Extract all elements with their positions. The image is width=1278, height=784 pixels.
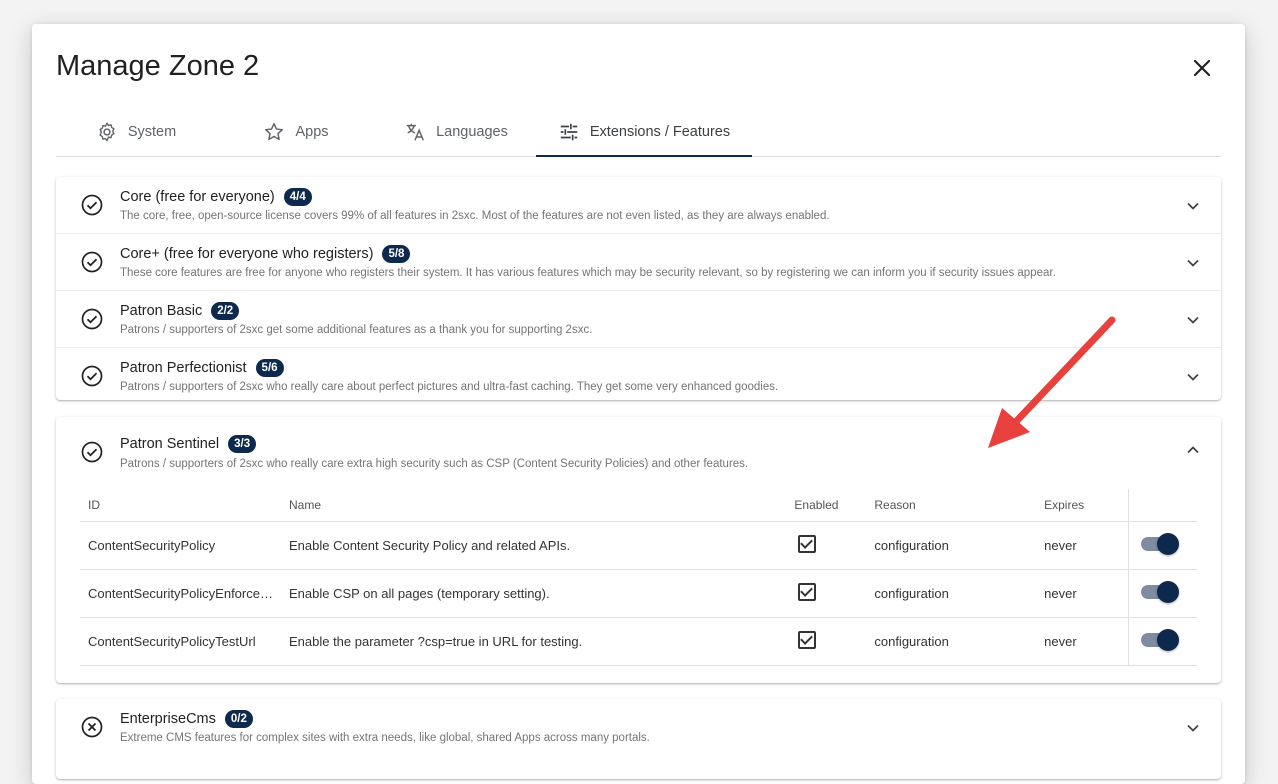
tab-system[interactable]: System	[56, 108, 216, 156]
feature-group-patron-sentinel[interactable]: Patron Sentinel 3/3 Patrons / supporters …	[56, 417, 1221, 487]
check-circle-icon	[81, 251, 103, 273]
close-button[interactable]	[1182, 50, 1222, 86]
feature-group-patron-basic[interactable]: Patron Basic 2/2 Patrons / supporters of …	[56, 291, 1221, 348]
feature-toggle[interactable]	[1140, 629, 1179, 651]
column-header-name[interactable]: Name	[280, 489, 787, 522]
gear-icon	[99, 122, 115, 142]
feature-group-patron-perfectionist[interactable]: Patron Perfectionist 5/6 Patrons / suppor…	[56, 348, 1221, 404]
tab-languages[interactable]: Languages	[376, 108, 536, 156]
enabled-checkbox-icon	[798, 631, 817, 649]
manage-zone-dialog: Manage Zone 2 System Apps Languages Exte…	[32, 24, 1245, 784]
count-badge: 4/4	[283, 188, 312, 206]
chevron-down-icon	[1187, 724, 1199, 732]
enabled-cell	[786, 617, 867, 666]
group-description: Patrons / supporters of 2sxc get some ad…	[120, 324, 593, 336]
tune-icon	[560, 123, 578, 140]
group-title: Core (free for everyone)	[120, 189, 275, 205]
tab-extensions-label: Extensions / Features	[589, 123, 731, 140]
count-badge: 2/2	[211, 302, 240, 320]
column-header-enabled[interactable]: Enabled	[786, 489, 867, 522]
feature-group-enterprisecms[interactable]: EnterpriseCms 0/2 Extreme CMS features fo…	[56, 699, 1221, 755]
feature-groups-panel: Core (free for everyone) 4/4 The core, fr…	[56, 177, 1221, 400]
column-header-toggle	[1127, 489, 1197, 522]
group-title: Patron Perfectionist	[120, 360, 247, 376]
chevron-down-icon	[1187, 202, 1199, 210]
chevron-down-icon	[1187, 316, 1199, 324]
feature-group-core-plus[interactable]: Core+ (free for everyone who registers) 5…	[56, 234, 1221, 291]
close-icon	[1193, 59, 1211, 77]
enabled-checkbox-icon	[798, 583, 817, 601]
feature-id: ContentSecurityPolicyEnforce…	[80, 569, 281, 618]
feature-group-core[interactable]: Core (free for everyone) 4/4 The core, fr…	[56, 177, 1221, 234]
feature-toggle[interactable]	[1140, 581, 1179, 603]
table-header-row: ID Name Enabled Reason Expires	[80, 489, 1197, 522]
enabled-checkbox-icon	[798, 535, 817, 553]
tab-system-label: System	[127, 124, 177, 140]
group-title: Patron Sentinel	[120, 436, 220, 452]
tab-bar: System Apps Languages Extensions / Featu…	[56, 108, 1221, 157]
count-badge: 5/8	[382, 245, 411, 263]
group-description: Extreme CMS features for complex sites w…	[120, 732, 650, 744]
check-circle-icon	[81, 308, 103, 330]
feature-expires: never	[1036, 569, 1129, 618]
x-circle-icon	[81, 716, 103, 738]
translate-icon	[406, 123, 425, 141]
feature-toggle[interactable]	[1140, 533, 1179, 555]
feature-expires: never	[1036, 617, 1129, 666]
group-title: EnterpriseCms	[120, 711, 216, 727]
chevron-up-icon	[1187, 446, 1199, 454]
enabled-cell	[786, 569, 867, 618]
chevron-down-icon	[1187, 259, 1199, 267]
toggle-cell	[1127, 569, 1197, 618]
feature-id: ContentSecurityPolicyTestUrl	[80, 617, 281, 666]
feature-name: Enable the parameter ?csp=true in URL fo…	[280, 617, 787, 666]
tab-languages-label: Languages	[436, 124, 508, 140]
check-circle-icon	[81, 194, 103, 216]
group-description: The core, free, open-source license cove…	[120, 210, 830, 222]
feature-name: Enable CSP on all pages (temporary setti…	[280, 569, 787, 618]
group-description: These core features are free for anyone …	[120, 267, 1056, 279]
star-icon	[265, 123, 284, 141]
column-header-id[interactable]: ID	[80, 489, 281, 522]
enabled-cell	[786, 521, 867, 570]
toggle-cell	[1127, 521, 1197, 570]
group-title: Patron Basic	[120, 303, 203, 319]
count-badge: 3/3	[228, 435, 257, 453]
group-description: Patrons / supporters of 2sxc who really …	[120, 458, 749, 470]
table-row: ContentSecurityPolicyTestUrl Enable the …	[80, 617, 1197, 666]
group-description: Patrons / supporters of 2sxc who really …	[120, 381, 779, 393]
check-circle-icon	[81, 365, 103, 387]
feature-reason: configuration	[866, 569, 1037, 618]
feature-name: Enable Content Security Policy and relat…	[280, 521, 787, 570]
tab-apps-label: Apps	[295, 124, 329, 140]
count-badge: 5/6	[255, 359, 284, 377]
table-row: ContentSecurityPolicy Enable Content Sec…	[80, 521, 1197, 570]
column-header-expires[interactable]: Expires	[1036, 489, 1129, 522]
feature-id: ContentSecurityPolicy	[80, 521, 281, 570]
feature-expires: never	[1036, 521, 1129, 570]
tab-apps[interactable]: Apps	[216, 108, 376, 156]
check-circle-icon	[81, 441, 103, 463]
feature-group-enterprise-panel: EnterpriseCms 0/2 Extreme CMS features fo…	[56, 699, 1221, 779]
feature-reason: configuration	[866, 521, 1037, 570]
feature-group-patron-sentinel-panel: Patron Sentinel 3/3 Patrons / supporters …	[56, 417, 1221, 683]
tab-extensions-features[interactable]: Extensions / Features	[536, 108, 752, 157]
table-row: ContentSecurityPolicyEnforce… Enable CSP…	[80, 569, 1197, 618]
toggle-cell	[1127, 617, 1197, 666]
feature-reason: configuration	[866, 617, 1037, 666]
group-title: Core+ (free for everyone who registers)	[120, 246, 374, 262]
chevron-down-icon	[1187, 373, 1199, 381]
column-header-reason[interactable]: Reason	[866, 489, 1037, 522]
dialog-title: Manage Zone 2	[56, 50, 260, 82]
count-badge: 0/2	[224, 710, 253, 728]
features-table: ID Name Enabled Reason Expires ContentSe…	[80, 489, 1197, 666]
